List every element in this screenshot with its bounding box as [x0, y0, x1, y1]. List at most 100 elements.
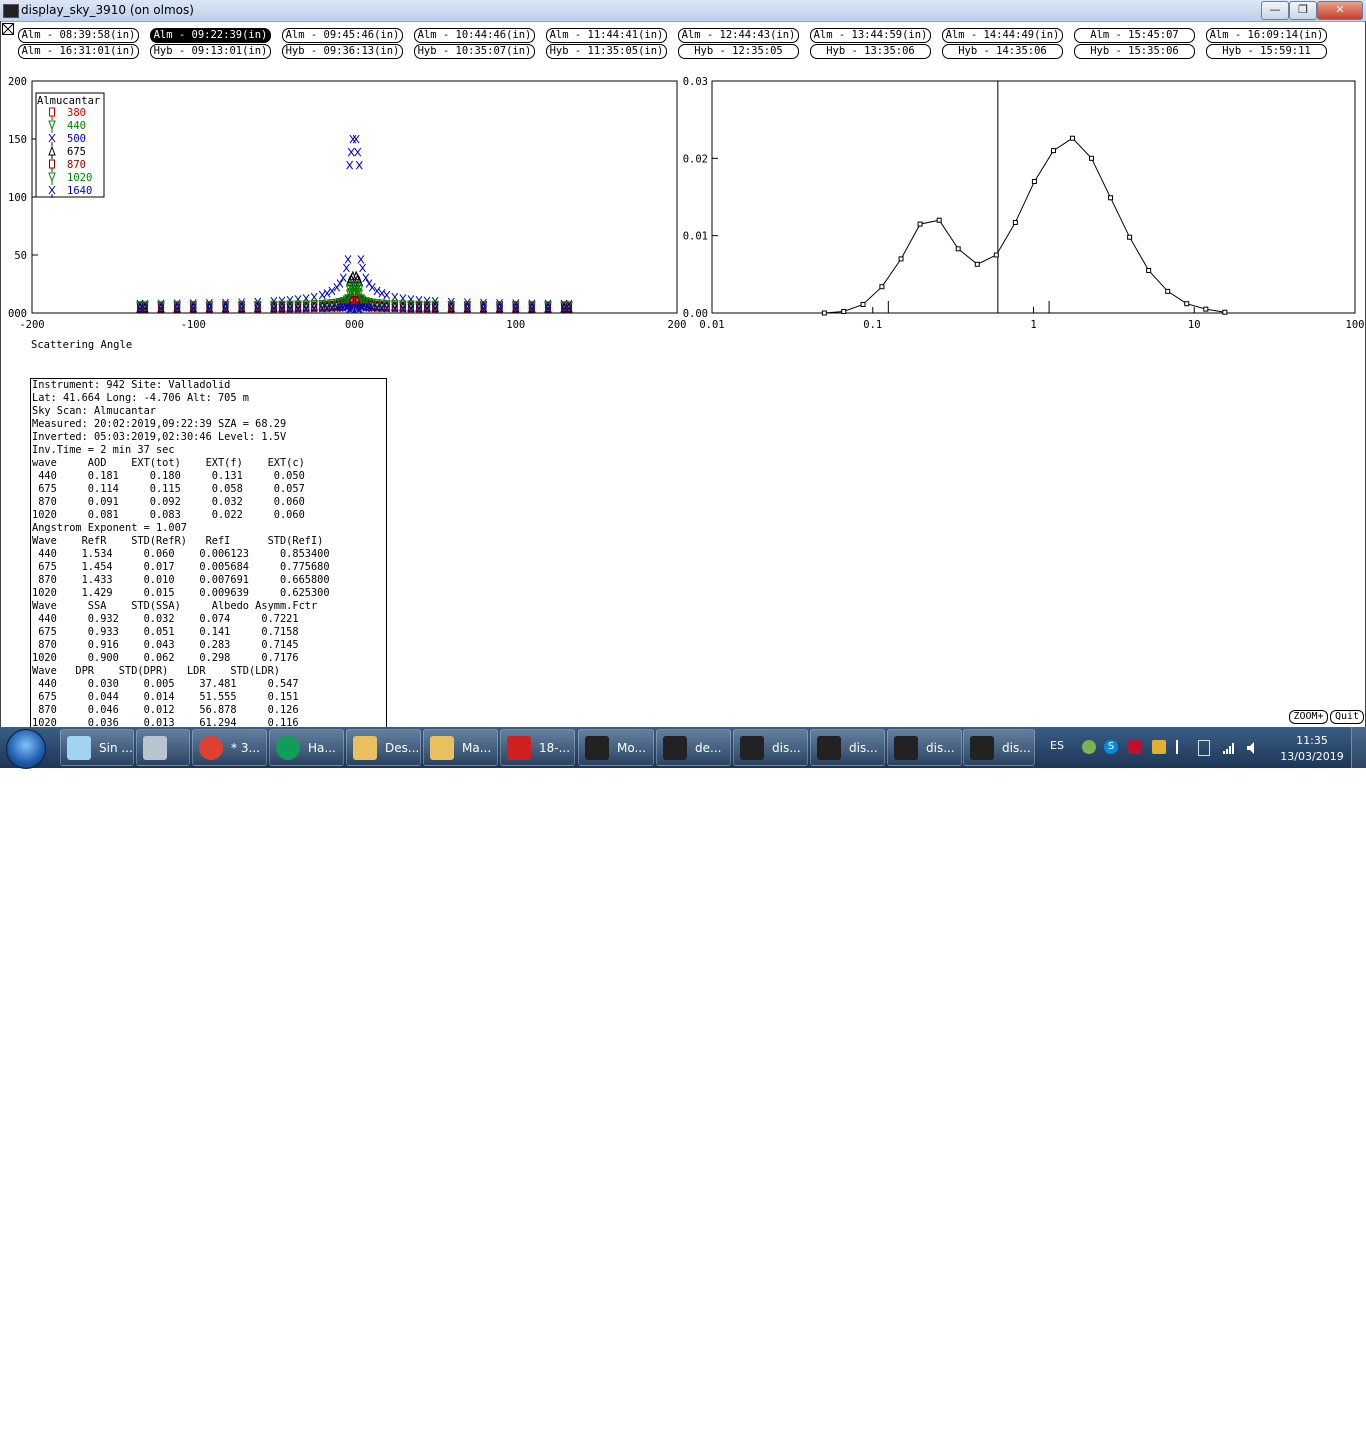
scan-button[interactable]: Hyb - 15:35:06 — [1074, 44, 1195, 59]
data-point — [917, 221, 923, 227]
network-agent-icon[interactable] — [1082, 740, 1096, 754]
y-tick-label: 50 — [14, 250, 27, 262]
system-tray: ES S 11:35 13/03/2019 — [1040, 727, 1366, 768]
scan-button[interactable]: Alm - 14:44:49(in) — [942, 28, 1063, 43]
notepad-icon — [67, 736, 91, 760]
y-tick-label: 150 — [8, 134, 27, 146]
zoom-button[interactable]: ZOOM+ — [1289, 710, 1328, 724]
info-line: Instrument: 942 Site: Valladolid — [32, 379, 231, 391]
quit-button[interactable]: Quit — [1330, 710, 1364, 724]
info-line: 440 0.932 0.032 0.074 0.7221 — [32, 613, 299, 625]
info-line: wave AOD EXT(tot) EXT(f) EXT(c) — [32, 457, 305, 469]
legend-entry: 380 — [67, 107, 86, 119]
scan-button[interactable]: Hyb - 10:35:07(in) — [414, 44, 535, 59]
scan-button[interactable]: Hyb - 13:35:06 — [810, 44, 931, 59]
scan-button[interactable]: Hyb - 09:13:01(in) — [150, 44, 271, 59]
folder-icon — [353, 736, 377, 760]
x-tick-label: -100 — [181, 319, 206, 331]
hangouts-icon — [276, 736, 300, 760]
scan-button[interactable]: Alm - 10:44:46(in) — [414, 28, 535, 43]
data-point — [1184, 301, 1190, 307]
data-point — [1165, 288, 1171, 294]
taskbar-item[interactable]: Sin ... — [60, 729, 134, 766]
maximize-button[interactable]: ❐ — [1289, 1, 1317, 20]
info-line: 675 0.044 0.014 51.555 0.151 — [32, 691, 299, 703]
x-tick-label: 1 — [1030, 319, 1036, 331]
display-icon[interactable] — [1152, 740, 1166, 754]
start-button[interactable] — [6, 729, 46, 769]
info-line: Inv.Time = 2 min 37 sec — [32, 444, 175, 456]
language-indicator[interactable]: ES — [1050, 739, 1064, 752]
info-line: 870 1.433 0.010 0.007691 0.665800 — [32, 574, 330, 586]
chrome-icon — [199, 736, 223, 760]
info-line: Wave SSA STD(SSA) Albedo Asymm.Fctr — [32, 600, 318, 612]
taskbar-item[interactable]: Des... — [346, 729, 421, 766]
y-tick-label: 100 — [8, 192, 27, 204]
scan-button[interactable]: Hyb - 15:59:11 — [1206, 44, 1327, 59]
taskbar-item-label: dis... — [926, 741, 955, 755]
scan-button[interactable]: Hyb - 09:36:13(in) — [282, 44, 403, 59]
legend-entry: 1640 — [67, 185, 92, 197]
scan-button[interactable]: Alm - 09:22:39(in) — [150, 28, 271, 43]
scan-button[interactable]: Alm - 16:09:14(in) — [1206, 28, 1327, 43]
info-line: Sky Scan: Almucantar — [32, 405, 156, 417]
taskbar-item[interactable] — [136, 729, 190, 766]
window-title: display_sky_3910 (on olmos) — [21, 3, 194, 17]
x-tick-label: -200 — [19, 319, 44, 331]
taskbar-item[interactable]: 18-... — [500, 729, 575, 766]
taskbar-item[interactable]: de... — [656, 729, 731, 766]
right-plot-ticks: 0.01 0.1 1 10 1000.000.010.020.03 — [683, 76, 1365, 331]
scan-button[interactable]: Hyb - 14:35:06 — [942, 44, 1063, 59]
data-point — [974, 261, 980, 267]
volume-icon[interactable] — [1246, 740, 1260, 754]
left-plot-frame — [31, 80, 678, 314]
taskbar: Sin ... * 3... Ha... Des... Ma... 18-... Mo...… — [0, 727, 1366, 769]
taskbar-item-label: dis... — [849, 741, 878, 755]
pdf-icon — [507, 736, 531, 760]
close-box-icon[interactable] — [2, 23, 14, 35]
folder-icon — [430, 736, 454, 760]
data-point — [860, 301, 866, 307]
usb-device-icon[interactable] — [1198, 740, 1210, 756]
data-point — [1203, 306, 1209, 312]
clock[interactable]: 11:35 13/03/2019 — [1272, 733, 1352, 765]
antivirus-icon[interactable] — [1128, 740, 1142, 754]
scan-button[interactable]: Hyb - 11:35:05(in) — [546, 44, 667, 59]
info-line: Measured: 20:02:2019,09:22:39 SZA = 68.2… — [32, 418, 287, 430]
scan-button[interactable]: Alm - 09:45:46(in) — [282, 28, 403, 43]
info-line: 440 0.181 0.180 0.131 0.050 — [32, 470, 305, 482]
taskbar-item[interactable]: dis... — [963, 729, 1035, 766]
right-plot-frame — [711, 80, 1356, 314]
scan-button[interactable]: Alm - 11:44:41(in) — [546, 28, 667, 43]
scan-button[interactable]: Hyb - 12:35:05 — [678, 44, 799, 59]
signal-icon[interactable] — [1222, 740, 1236, 754]
info-line: Angstrom Exponent = 1.007 — [32, 522, 187, 534]
scan-button[interactable]: Alm - 16:31:01(in) — [18, 44, 139, 59]
taskbar-item[interactable]: dis... — [887, 729, 962, 766]
info-line: Inverted: 05:03:2019,02:30:46 Level: 1.5… — [32, 431, 287, 443]
clock-time: 11:35 — [1296, 734, 1328, 747]
taskbar-item[interactable]: Mo... — [578, 729, 654, 766]
legend: Almucantar 38044050067587010201640 — [35, 92, 105, 198]
taskbar-item[interactable]: dis... — [733, 729, 808, 766]
taskbar-item-label: Des... — [385, 741, 420, 755]
close-button[interactable]: ✕ — [1317, 1, 1363, 20]
scan-button[interactable]: Alm - 12:44:43(in) — [678, 28, 799, 43]
skype-icon[interactable]: S — [1104, 740, 1118, 754]
minimize-button[interactable]: — — [1261, 1, 1289, 20]
info-line: Wave RefR STD(RefR) RefI STD(RefI) — [32, 535, 324, 547]
size-distribution-plot: 0.01 0.1 1 10 1000.000.010.020.03 — [683, 76, 1365, 331]
legend-entry: 1020 — [67, 172, 92, 184]
taskbar-item[interactable]: * 3... — [192, 729, 267, 766]
taskbar-item[interactable]: Ma... — [423, 729, 498, 766]
data-point — [936, 217, 942, 223]
taskbar-item-label: * 3... — [231, 741, 260, 755]
terminal-icon — [894, 736, 918, 760]
scan-button[interactable]: Alm - 15:45:07 — [1074, 28, 1195, 43]
scan-button[interactable]: Alm - 13:44:59(in) — [810, 28, 931, 43]
taskbar-item[interactable]: Ha... — [269, 729, 344, 766]
scan-button[interactable]: Alm - 08:39:58(in) — [18, 28, 139, 43]
taskbar-item[interactable]: dis... — [810, 729, 885, 766]
show-desktop-button[interactable] — [1351, 727, 1366, 768]
flag-icon[interactable] — [1176, 740, 1192, 754]
